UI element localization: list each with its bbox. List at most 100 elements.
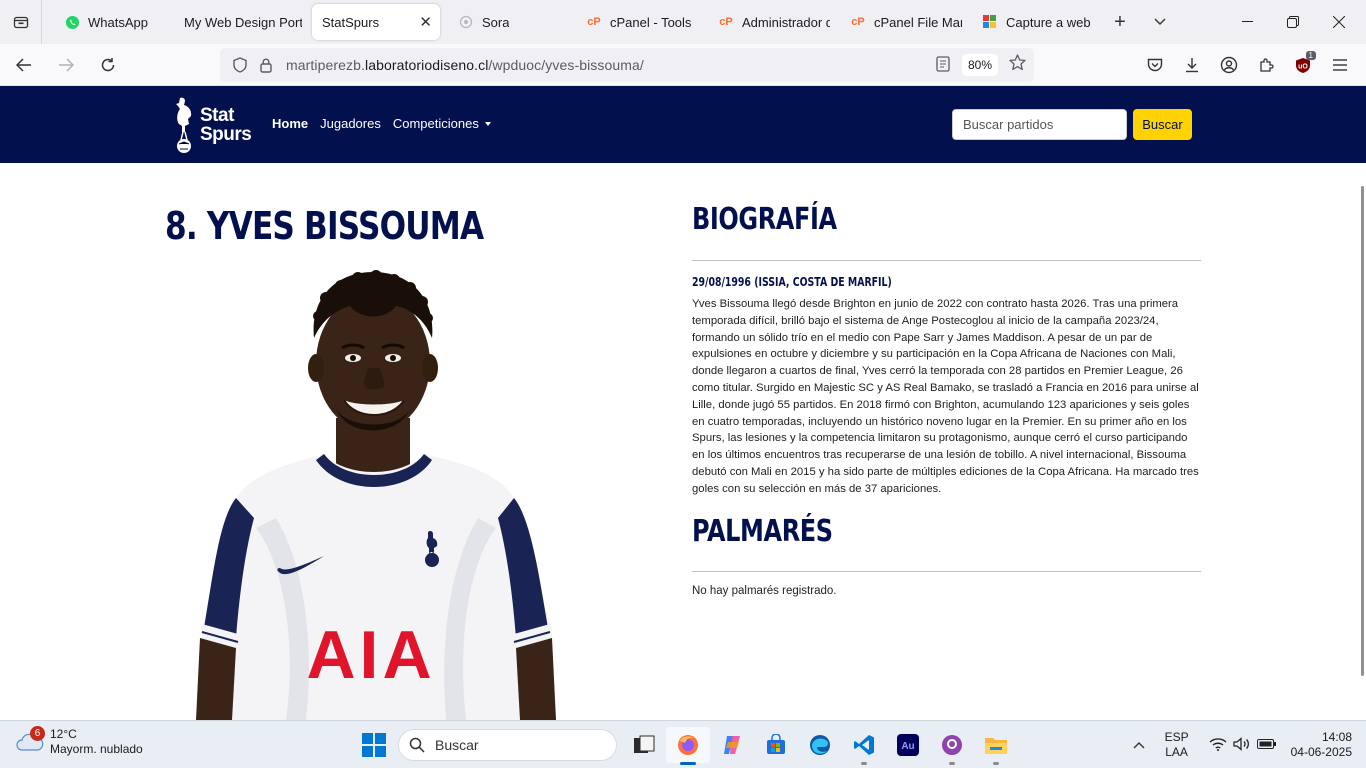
new-tab-icon[interactable]: + bbox=[1100, 0, 1140, 44]
tab-file-admin[interactable]: cP Administrador de archivos bbox=[708, 4, 840, 40]
cpanel-icon: cP bbox=[587, 16, 601, 28]
capture-icon bbox=[982, 14, 998, 30]
honors-heading: Palmarés bbox=[692, 514, 833, 549]
logo-line-2: Spurs bbox=[200, 124, 252, 145]
extension-badge: 1 bbox=[1305, 51, 1316, 60]
downloads-icon[interactable] bbox=[1173, 48, 1210, 82]
url-text[interactable]: martiperezb.laboratoriodiseno.cl/wpduoc/… bbox=[286, 57, 644, 73]
statspurs-logo[interactable]: Stat Spurs bbox=[172, 96, 256, 154]
back-icon[interactable] bbox=[6, 47, 42, 83]
restore-icon[interactable] bbox=[1270, 0, 1316, 44]
language-code: ESP bbox=[1164, 730, 1189, 744]
lock-icon[interactable] bbox=[256, 58, 276, 73]
bookmark-star-icon[interactable] bbox=[1009, 54, 1026, 76]
divider bbox=[692, 571, 1201, 572]
extensions-icon[interactable] bbox=[1247, 48, 1284, 82]
tab-label: Administrador de archivos bbox=[742, 14, 830, 30]
tab-label: cPanel - Tools bbox=[610, 14, 692, 30]
menu-home[interactable]: Home bbox=[272, 116, 308, 131]
task-view-icon[interactable] bbox=[622, 727, 666, 763]
clock[interactable]: 14:08 04-06-2025 bbox=[1291, 730, 1352, 760]
url-host: laboratoriodiseno.cl bbox=[365, 57, 489, 73]
tab-sora[interactable]: Sora bbox=[448, 4, 576, 40]
weather-desc: Mayorm. nublado bbox=[50, 742, 143, 756]
menu-icon[interactable] bbox=[1321, 48, 1358, 82]
battery-icon[interactable] bbox=[1256, 738, 1277, 753]
cloud-icon: 6 bbox=[16, 726, 45, 756]
file-explorer-icon[interactable] bbox=[974, 727, 1018, 765]
address-bar[interactable]: martiperezb.laboratoriodiseno.cl/wpduoc/… bbox=[220, 48, 1034, 82]
cpanel-icon: cP bbox=[719, 16, 733, 28]
tab-label: StatSpurs bbox=[322, 14, 380, 30]
logo-line-1: Stat bbox=[200, 105, 234, 126]
url-prefix: martiperezb. bbox=[286, 57, 366, 73]
minimize-icon[interactable] bbox=[1224, 0, 1270, 44]
tab-whatsapp[interactable]: WhatsApp bbox=[54, 4, 182, 40]
tab-label: Sora bbox=[482, 14, 510, 30]
taskbar-search[interactable]: Buscar bbox=[398, 729, 617, 761]
weather-temp: 12°C bbox=[50, 727, 77, 741]
divider bbox=[692, 260, 1201, 261]
tab-capture-website[interactable]: Capture a website bbox=[972, 4, 1100, 40]
tab-label: Capture a website bbox=[1006, 14, 1090, 30]
chevron-down-icon[interactable] bbox=[1140, 0, 1180, 44]
copilot-icon[interactable] bbox=[710, 727, 754, 763]
start-button-icon[interactable] bbox=[362, 733, 386, 762]
account-icon[interactable] bbox=[1210, 48, 1247, 82]
honors-empty-text: No hay palmarés registrado. bbox=[692, 585, 837, 597]
sora-icon bbox=[458, 14, 474, 30]
clock-time: 14:08 bbox=[1321, 730, 1352, 744]
adobe-audition-icon[interactable]: Au bbox=[886, 727, 930, 763]
search-button[interactable]: Buscar bbox=[1133, 109, 1192, 140]
ublock-icon[interactable]: uO 1 bbox=[1284, 48, 1321, 82]
active-indicator bbox=[680, 762, 696, 765]
store-icon[interactable] bbox=[754, 727, 798, 763]
menu-competitions[interactable]: Competiciones bbox=[393, 116, 491, 131]
running-indicator bbox=[861, 762, 867, 765]
shirt-sponsor-text: AIA bbox=[306, 617, 435, 693]
taskbar-search-label: Buscar bbox=[435, 737, 479, 753]
search-matches-input[interactable] bbox=[952, 109, 1127, 140]
github-desktop-icon[interactable] bbox=[930, 727, 974, 765]
running-indicator bbox=[993, 762, 999, 765]
tab-statspurs[interactable]: StatSpurs ✕ bbox=[312, 4, 440, 40]
zoom-level[interactable]: 80% bbox=[961, 54, 998, 76]
pocket-icon[interactable] bbox=[1136, 48, 1173, 82]
wifi-icon[interactable] bbox=[1209, 737, 1227, 754]
svg-text:Au: Au bbox=[901, 741, 914, 752]
web-page: Stat Spurs Home Jugadores Competiciones … bbox=[0, 86, 1366, 720]
volume-icon[interactable] bbox=[1232, 736, 1251, 754]
biography-text: Yves Bissouma llegó desde Brighton en ju… bbox=[692, 298, 1199, 495]
forward-icon[interactable] bbox=[48, 47, 84, 83]
logo-text: Stat Spurs bbox=[200, 105, 252, 145]
taskbar: 6 12°C Mayorm. nublado Buscar Au ESP LAA… bbox=[0, 720, 1366, 768]
reader-view-icon[interactable] bbox=[936, 56, 950, 75]
edge-icon[interactable] bbox=[798, 727, 842, 763]
firefox-icon[interactable] bbox=[666, 727, 710, 765]
tab-label: cPanel File Manager bbox=[874, 14, 962, 30]
shield-icon[interactable] bbox=[230, 57, 250, 73]
player-photo: AIA bbox=[196, 268, 558, 720]
search-icon bbox=[409, 737, 425, 753]
tab-portfolio[interactable]: My Web Design Portfolio bbox=[182, 4, 312, 40]
tab-cpanel-tools[interactable]: cP cPanel - Tools bbox=[576, 4, 708, 40]
svg-text:uO: uO bbox=[1298, 63, 1308, 70]
menu-players[interactable]: Jugadores bbox=[320, 116, 381, 131]
tab-cpanel-file-manager[interactable]: cP cPanel File Manager bbox=[840, 4, 972, 40]
browser-nav-bar: martiperezb.laboratoriodiseno.cl/wpduoc/… bbox=[0, 44, 1366, 86]
reload-icon[interactable] bbox=[90, 47, 126, 83]
language-indicator[interactable]: ESP LAA bbox=[1165, 730, 1189, 760]
tab-label: WhatsApp bbox=[88, 14, 148, 30]
page-scrollbar[interactable] bbox=[1361, 186, 1364, 676]
close-tab-icon[interactable]: ✕ bbox=[419, 13, 432, 31]
browser-tab-bar: WhatsApp My Web Design Portfolio StatSpu… bbox=[0, 0, 1366, 44]
system-tray: ESP LAA 14:08 04-06-2025 bbox=[1133, 721, 1366, 769]
weather-widget[interactable]: 6 12°C Mayorm. nublado bbox=[16, 726, 143, 757]
birth-info: 29/08/1996 (Issia, Costa de Marfil) bbox=[692, 275, 892, 289]
biography-heading: Biografía bbox=[692, 202, 837, 237]
weather-badge: 6 bbox=[30, 726, 45, 741]
tab-list-icon[interactable] bbox=[0, 0, 42, 44]
close-window-icon[interactable] bbox=[1316, 0, 1362, 44]
vscode-icon[interactable] bbox=[842, 727, 886, 765]
show-hidden-icons-icon[interactable] bbox=[1133, 738, 1145, 752]
